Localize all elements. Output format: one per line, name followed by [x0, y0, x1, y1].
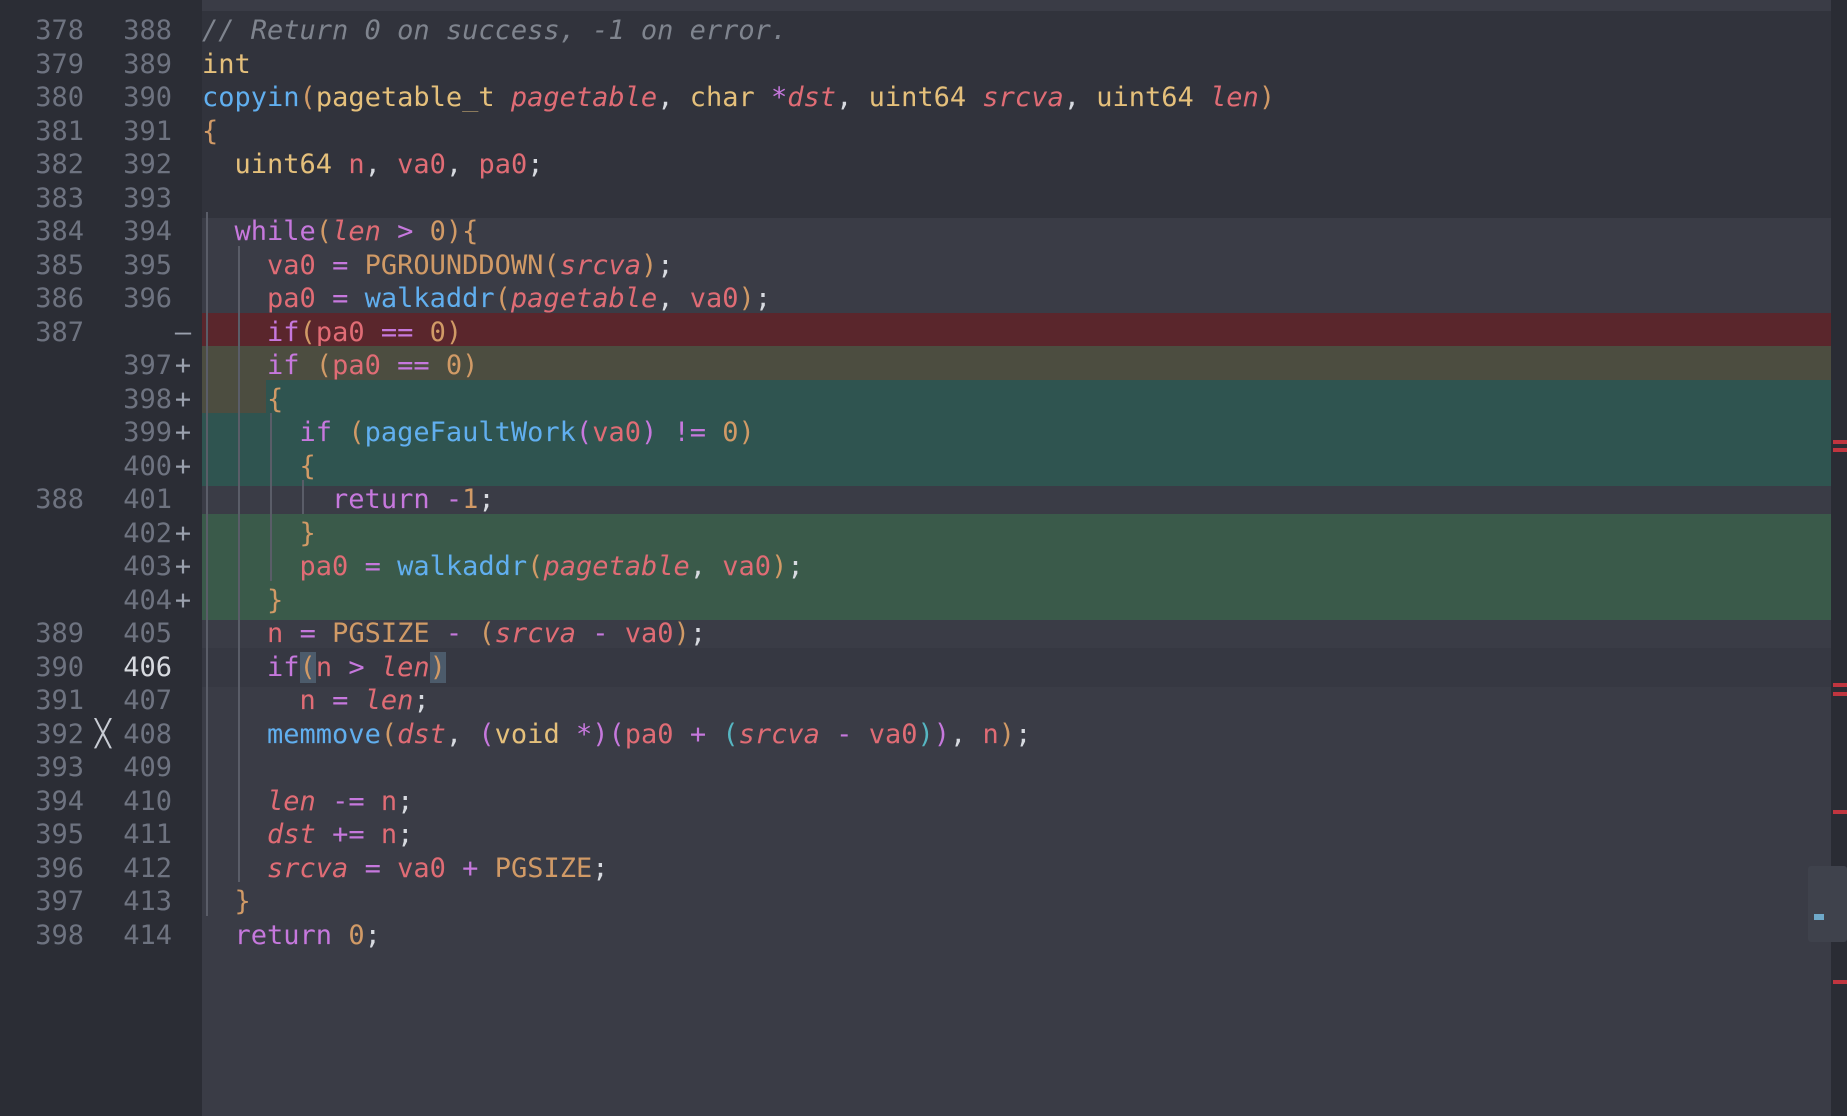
old-line-number: 398: [35, 919, 84, 951]
diff-editor[interactable]: 378 388// Return 0 on success, -1 on erro…: [0, 0, 1847, 1116]
new-line-number: 414: [123, 919, 172, 951]
indent-guide: [270, 413, 272, 581]
indent-guide: [238, 245, 240, 882]
code-line-text[interactable]: return 0;: [202, 916, 381, 956]
indent-guide: [206, 212, 208, 916]
overview-change-marker: [1833, 692, 1847, 696]
overview-ruler[interactable]: [1831, 0, 1847, 1116]
cursor-position-marker: [1814, 914, 1824, 920]
overview-change-marker: [1833, 980, 1847, 984]
overview-change-marker: [1833, 810, 1847, 814]
overview-change-marker: [1833, 683, 1847, 687]
indent-guide: [302, 480, 304, 514]
overview-change-marker: [1833, 448, 1847, 452]
indent-guide: [238, 681, 240, 715]
scrollbar-thumb[interactable]: [1808, 866, 1847, 942]
diff-line[interactable]: 398 414 return 0;: [0, 916, 1847, 956]
overview-change-marker: [1833, 440, 1847, 444]
